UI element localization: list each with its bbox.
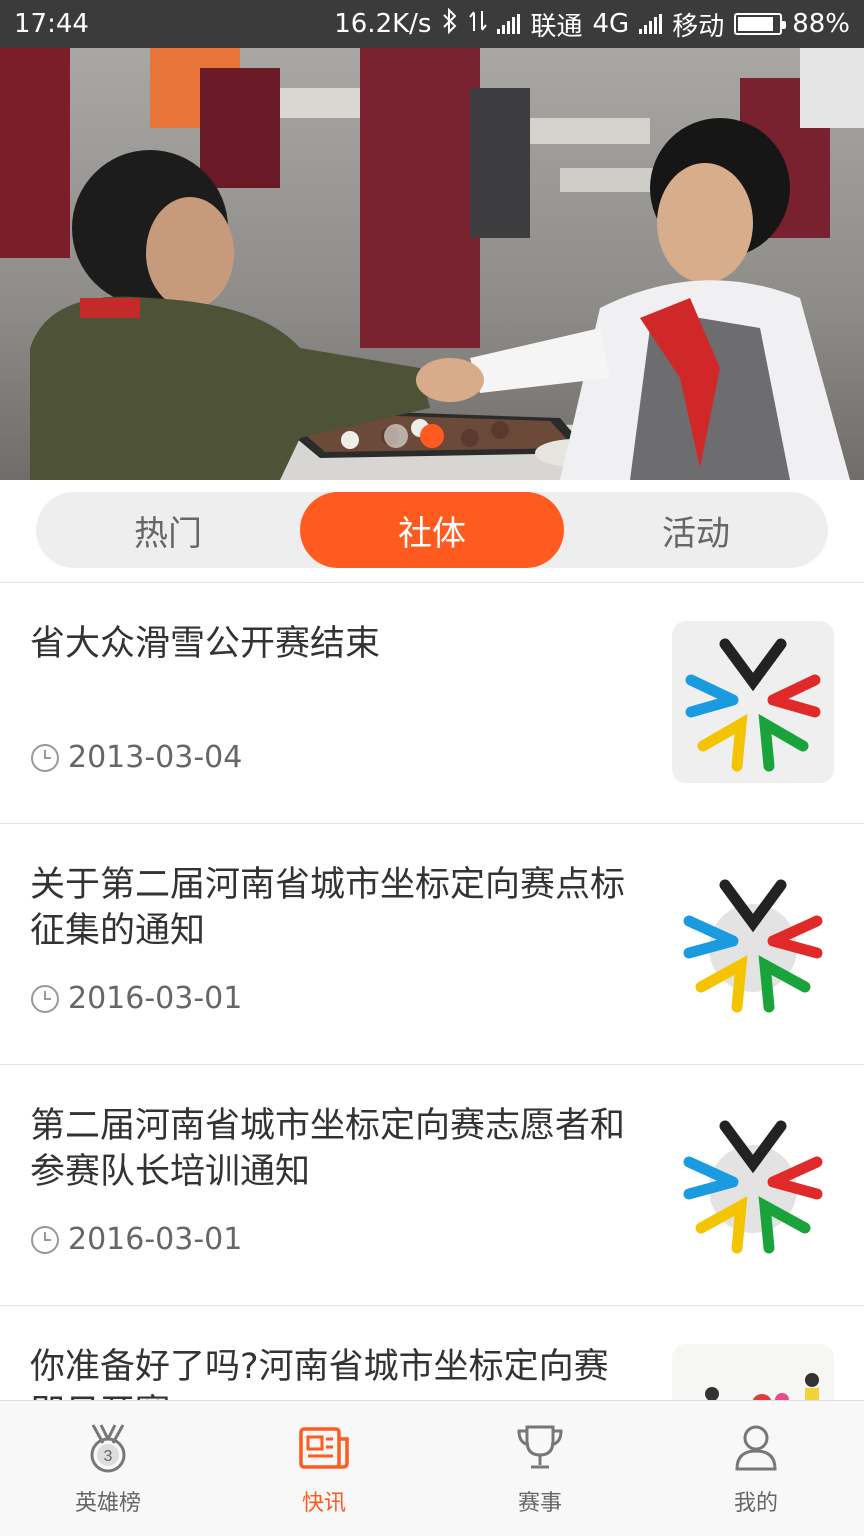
news-title: 你准备好了吗?河南省城市坐标定向赛即日开赛	[30, 1347, 609, 1400]
list-item[interactable]: 你准备好了吗?河南省城市坐标定向赛即日开赛	[0, 1306, 864, 1400]
banner-carousel[interactable]	[0, 48, 864, 480]
segment-tab-hot[interactable]: 热门	[36, 492, 300, 568]
tab-competitions[interactable]: 赛事	[432, 1401, 648, 1536]
segment-tab-events[interactable]: 活动	[564, 492, 828, 568]
sports-logo-icon	[685, 638, 821, 772]
clock-icon	[31, 984, 59, 1013]
news-date: 2013-03-04	[30, 740, 242, 775]
battery-icon	[734, 13, 787, 35]
news-date-text: 2016-03-01	[68, 981, 243, 1016]
bottom-tab-bar: 3 英雄榜 快讯 赛事 我的	[0, 1400, 864, 1536]
news-list: 省大众滑雪公开赛结束 2013-03-04 关于第二届河南省城市坐标定向赛点标征…	[0, 583, 864, 1400]
bluetooth-icon	[441, 7, 459, 41]
list-item[interactable]: 省大众滑雪公开赛结束 2013-03-04	[0, 583, 864, 824]
clock-icon	[31, 1225, 59, 1254]
tab-hero-ranking[interactable]: 3 英雄榜	[0, 1401, 216, 1536]
tab-label: 我的	[733, 1491, 778, 1516]
news-title: 省大众滑雪公开赛结束	[30, 624, 381, 664]
page-indicator-dot-active	[420, 424, 444, 448]
news-icon	[299, 1427, 349, 1469]
carrier-1: 联通	[530, 11, 583, 42]
user-icon	[735, 1425, 777, 1471]
status-bar: 17:44 16.2K/s 联通 4G 移动 88%	[0, 0, 864, 48]
tab-news[interactable]: 快讯	[216, 1401, 432, 1536]
news-thumbnail	[672, 1344, 834, 1400]
news-date: 2016-03-01	[30, 981, 242, 1016]
svg-text:3: 3	[104, 1448, 113, 1465]
page-indicator-dot	[384, 424, 408, 448]
battery-percent: 88%	[792, 9, 850, 39]
data-transfer-icon	[469, 9, 488, 40]
list-item[interactable]: 第二届河南省城市坐标定向赛志愿者和参赛队长培训通知 2016-03-01	[0, 1065, 864, 1306]
segment-tab-community-sports[interactable]: 社体	[300, 492, 564, 568]
tab-label: 赛事	[517, 1491, 562, 1516]
network-speed: 16.2K/s	[334, 9, 432, 39]
banner-photo	[0, 48, 864, 480]
signal-icon	[497, 14, 521, 34]
sports-logo-icon	[683, 1120, 823, 1254]
news-date-text: 2013-03-04	[68, 740, 243, 775]
news-title: 关于第二届河南省城市坐标定向赛点标征集的通知	[30, 865, 626, 951]
trophy-icon	[517, 1425, 563, 1469]
signal-icon-2	[639, 14, 663, 34]
news-date-text: 2016-03-01	[68, 1222, 243, 1257]
network-type: 4G	[592, 9, 630, 39]
tab-label: 英雄榜	[74, 1491, 141, 1516]
tab-profile[interactable]: 我的	[648, 1401, 864, 1536]
news-thumbnail	[672, 621, 834, 783]
news-title: 第二届河南省城市坐标定向赛志愿者和参赛队长培训通知	[30, 1106, 626, 1192]
carrier-2: 移动	[672, 11, 725, 42]
category-segment: 热门 社体 活动	[36, 492, 828, 568]
news-thumbnail	[672, 1103, 834, 1265]
news-thumbnail	[672, 862, 834, 1024]
news-date: 2016-03-01	[30, 1222, 242, 1257]
list-item[interactable]: 关于第二届河南省城市坐标定向赛点标征集的通知 2016-03-01	[0, 824, 864, 1065]
clock-icon	[31, 743, 59, 772]
sports-logo-icon	[683, 879, 823, 1013]
medal-icon: 3	[90, 1424, 126, 1473]
tab-label: 快讯	[301, 1491, 346, 1516]
status-time: 17:44	[14, 9, 89, 39]
runners-photo-icon	[672, 1344, 834, 1400]
